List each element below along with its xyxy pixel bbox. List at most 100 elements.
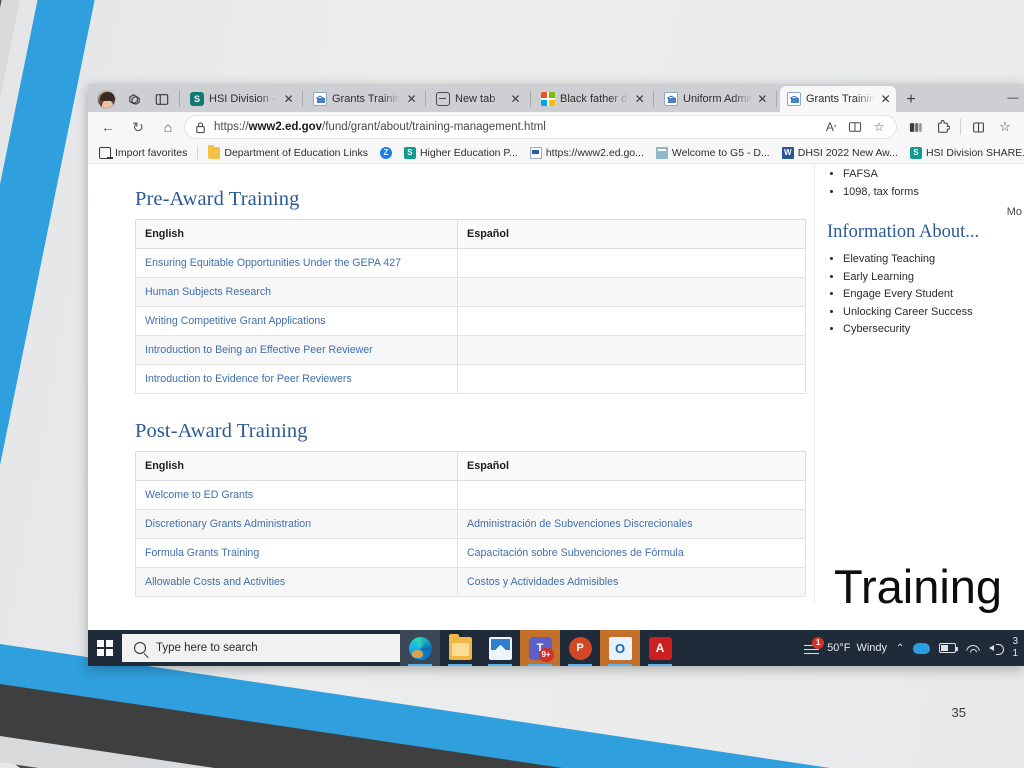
start-button[interactable] [88, 630, 122, 666]
sidebar-list-item[interactable]: 1098, tax forms [843, 184, 1024, 201]
sidebar-list-item[interactable]: Cybersecurity [843, 321, 1024, 338]
address-bar[interactable]: https://www2.ed.gov/fund/grant/about/tra… [184, 115, 897, 139]
taskbar-search-input[interactable]: Type here to search [122, 634, 400, 662]
powerpoint-icon: P [568, 636, 592, 660]
window-controls: — [1002, 86, 1024, 112]
address-bar-url: https://www2.ed.gov/fund/grant/about/tra… [214, 121, 812, 133]
ed-gov-icon [313, 92, 327, 106]
browser-tab-title: HSI Division - Ho [209, 93, 278, 105]
read-aloud-icon[interactable]: Aᵛ [820, 116, 842, 138]
cut-off-content-above [135, 178, 814, 182]
training-link[interactable]: Welcome to ED Grants [145, 489, 253, 501]
bookmark-item[interactable]: Department of Education Links [203, 143, 373, 162]
copilot-icon[interactable] [120, 86, 148, 112]
training-link[interactable]: Discretionary Grants Administration [145, 518, 311, 530]
browser-navigation-bar: ← ↻ ⌂ https://www2.ed.gov/fund/grant/abo… [88, 112, 1024, 142]
sidebar-list-item[interactable]: Unlocking Career Success [843, 304, 1024, 321]
minimize-button[interactable]: — [1002, 86, 1024, 110]
new-tab-button[interactable]: + [896, 88, 926, 112]
bookmark-label: Import favorites [115, 146, 188, 159]
bookmark-item[interactable]: https://www2.ed.go... [525, 143, 649, 162]
bookmark-item[interactable]: Z [375, 143, 397, 162]
split-screen-icon[interactable] [965, 114, 991, 140]
taskbar-app-adobe-acrobat[interactable]: A [640, 630, 680, 666]
browser-tab[interactable]: Black father deliv ✕ [534, 86, 650, 112]
bookmark-item[interactable]: S Higher Education P... [399, 143, 523, 162]
bookmark-item[interactable]: Welcome to G5 - D... [651, 143, 775, 162]
url-domain: www2.ed.gov [248, 121, 323, 133]
training-link[interactable]: Writing Competitive Grant Applications [145, 315, 326, 327]
tab-divider [425, 91, 426, 107]
training-link[interactable]: Human Subjects Research [145, 286, 271, 298]
browser-tab[interactable]: Uniform Adminis ✕ [657, 86, 773, 112]
training-link[interactable]: Capacitación sobre Subvenciones de Fórmu… [467, 547, 684, 559]
training-link[interactable]: Formula Grants Training [145, 547, 259, 559]
table-header-row: English Español [135, 219, 806, 249]
training-link[interactable]: Introduction to Evidence for Peer Review… [145, 373, 352, 385]
back-button[interactable]: ← [94, 113, 122, 141]
new-tab-icon [436, 92, 450, 106]
ed-gov-icon [664, 92, 678, 106]
sidebar-info-list: Elevating TeachingEarly LearningEngage E… [843, 251, 1024, 338]
collections-icon[interactable] [903, 114, 929, 140]
search-icon [134, 642, 146, 654]
sidebar-list-item[interactable]: FAFSA [843, 166, 1024, 183]
tab-actions-icon[interactable] [148, 86, 176, 112]
table-cell-english: Human Subjects Research [135, 277, 458, 307]
toolbar-divider [960, 119, 961, 135]
url-prefix: https:// [214, 121, 249, 133]
extensions-icon[interactable] [930, 114, 956, 140]
close-icon[interactable]: ✕ [283, 93, 294, 105]
taskbar-app-file-explorer[interactable] [440, 630, 480, 666]
page-section: Post-Award Training English Español Welcome… [135, 420, 814, 597]
app-running-indicator [448, 663, 472, 666]
bookmark-item[interactable]: Import favorites [94, 143, 192, 162]
browser-tab[interactable]: Grants Training a ✕ [306, 86, 422, 112]
close-icon[interactable]: ✕ [634, 93, 645, 105]
app-running-indicator [648, 663, 672, 666]
training-table: English Español Ensuring Equitable Opportu… [135, 219, 806, 394]
bookmark-label: Department of Education Links [224, 146, 368, 159]
column-header: English [135, 451, 458, 481]
favorite-star-icon[interactable]: ☆ [868, 116, 890, 138]
bookmark-item[interactable]: S HSI Division SHARE... [905, 143, 1024, 162]
immersive-reader-icon[interactable] [844, 116, 866, 138]
taskbar-app-microsoft-edge[interactable] [400, 630, 440, 666]
training-link[interactable]: Introduction to Being an Effective Peer … [145, 344, 373, 356]
taskbar-app-microsoft-teams[interactable]: T 9+ [520, 630, 560, 666]
training-link[interactable]: Allowable Costs and Activities [145, 576, 285, 588]
table-cell-english: Welcome to ED Grants [135, 480, 458, 510]
taskbar-app-mail[interactable] [480, 630, 520, 666]
section-heading: Post-Award Training [135, 420, 308, 442]
close-icon[interactable]: ✕ [406, 93, 417, 105]
browser-tab-title: Grants Training a [332, 93, 402, 105]
close-icon[interactable]: ✕ [757, 93, 768, 105]
training-link[interactable]: Costos y Actividades Admisibles [467, 576, 618, 588]
favorites-icon[interactable]: ☆ [992, 114, 1018, 140]
training-table: English Español Welcome to ED Grants Discre… [135, 451, 806, 597]
bookmark-divider [197, 145, 199, 160]
table-row: Writing Competitive Grant Applications [135, 306, 806, 336]
taskbar-app-outlook[interactable] [600, 630, 640, 666]
close-icon[interactable]: ✕ [880, 93, 891, 105]
column-header: English [135, 219, 458, 249]
bookmark-item[interactable]: W DHSI 2022 New Aw... [777, 143, 903, 162]
training-link[interactable]: Ensuring Equitable Opportunities Under t… [145, 257, 401, 269]
training-link[interactable]: Administración de Subvenciones Discrecio… [467, 518, 693, 530]
profile-button[interactable] [92, 86, 120, 112]
refresh-button[interactable]: ↻ [124, 113, 152, 141]
app-running-indicator [528, 663, 552, 666]
app-running-indicator [608, 663, 632, 666]
taskbar-app-powerpoint[interactable]: P [560, 630, 600, 666]
close-icon[interactable]: ✕ [509, 93, 522, 105]
browser-tab[interactable]: HSI Division - Ho ✕ [183, 86, 299, 112]
sidebar-list-item[interactable]: Elevating Teaching [843, 251, 1024, 268]
sidebar-list-item[interactable]: Early Learning [843, 269, 1024, 286]
browser-tab-title: New tab [455, 93, 496, 105]
sidebar-list-item[interactable]: Engage Every Student [843, 286, 1024, 303]
home-button[interactable]: ⌂ [154, 113, 182, 141]
ed-gov-icon [787, 92, 801, 106]
browser-tab[interactable]: Grants Training a ✕ [780, 86, 896, 112]
browser-tab[interactable]: New tab ✕ [429, 86, 527, 112]
ed-gov-icon [529, 146, 542, 159]
